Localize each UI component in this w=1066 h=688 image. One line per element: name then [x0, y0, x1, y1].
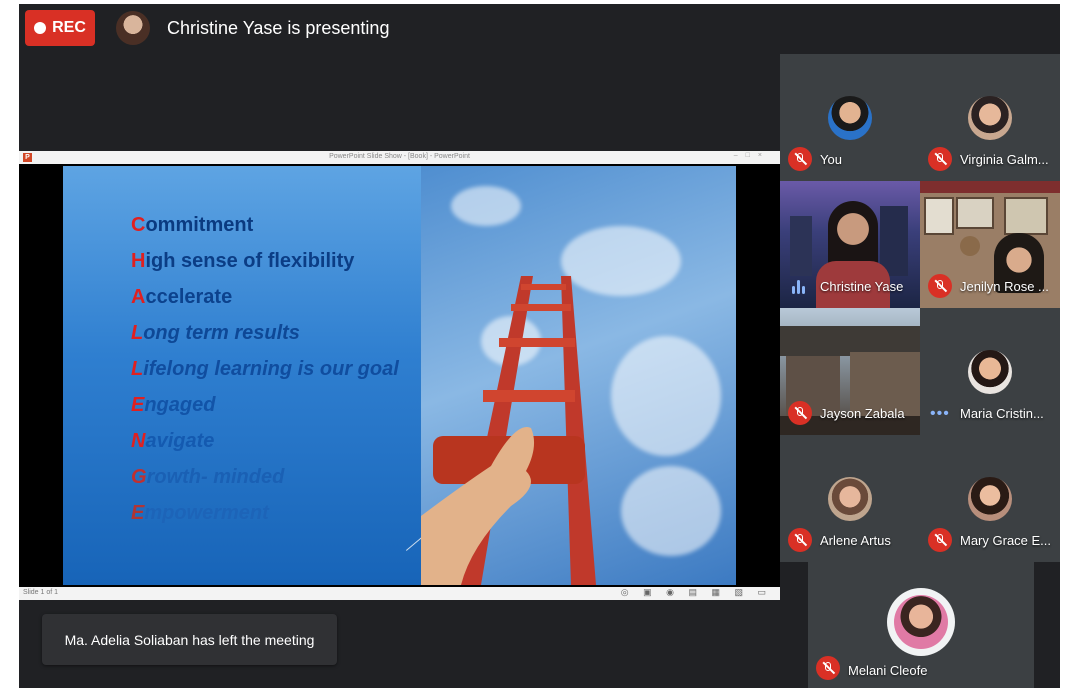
participant-name: Mary Grace E... [960, 533, 1052, 548]
slide-word: Long term results [131, 322, 300, 344]
slide-word: Empowerment [131, 502, 269, 524]
avatar [894, 595, 948, 649]
slide-word: Accelerate [131, 286, 233, 308]
presentation-slide: Commitment High sense of flexibility Acc… [63, 166, 736, 585]
slide-word: Lifelong learning is our goal [131, 358, 399, 380]
mic-muted-icon [788, 528, 812, 552]
slide-word: Commitment [131, 214, 254, 236]
mic-muted-icon [816, 656, 840, 680]
participant-tile[interactable]: Virginia Galm... [920, 54, 1060, 181]
left-meeting-toast: Ma. Adelia Soliaban has left the meeting [42, 614, 337, 665]
participant-name: Maria Cristin... [960, 406, 1044, 421]
avatar [968, 477, 1012, 521]
speaking-indicator-icon [792, 280, 808, 294]
powerpoint-window-title: PowerPoint Slide Show - [Book] - PowerPo… [329, 153, 470, 160]
powerpoint-statusbar: Slide 1 of 1 ◎ ▣ ◉ ▤ ▦ ▧ ▭ [19, 587, 780, 600]
recording-label: REC [52, 19, 86, 36]
window-controls-icon: –□× [733, 152, 770, 159]
participant-name: Virginia Galm... [960, 152, 1049, 167]
participant-grid: You Virginia Galm... Christine Yase Jeni… [780, 54, 1060, 688]
slide-counter: Slide 1 of 1 [23, 589, 59, 596]
participant-tile[interactable]: Melani Cleofe [808, 562, 1034, 688]
more-options-icon[interactable]: ••• [930, 406, 950, 422]
slide-word: Growth- minded [131, 466, 285, 488]
participant-tile-video[interactable]: Jenilyn Rose ... [920, 181, 1060, 308]
participant-tile[interactable]: Mary Grace E... [920, 435, 1060, 562]
mic-muted-icon [928, 147, 952, 171]
participant-name: You [820, 152, 842, 167]
slide-word: Engaged [131, 394, 216, 416]
participant-name: Christine Yase [820, 279, 904, 294]
slide-text-panel: Commitment High sense of flexibility Acc… [63, 166, 429, 585]
participant-name: Melani Cleofe [848, 663, 928, 678]
participant-tile[interactable]: You [780, 54, 920, 181]
participant-tile-video[interactable]: Jayson Zabala [780, 308, 920, 435]
view-controls-icon[interactable]: ◎ ▣ ◉ ▤ ▦ ▧ ▭ [621, 587, 772, 598]
participant-tile-video[interactable]: Christine Yase [780, 181, 920, 308]
avatar [828, 477, 872, 521]
slide-image-ladder [421, 166, 736, 585]
participant-tile[interactable]: Arlene Artus [780, 435, 920, 562]
mic-muted-icon [928, 528, 952, 552]
participant-name: Jayson Zabala [820, 406, 905, 421]
avatar [828, 96, 872, 140]
recording-badge[interactable]: REC [25, 10, 95, 46]
avatar [968, 96, 1012, 140]
top-bar: REC Christine Yase is presenting [19, 4, 780, 54]
meet-window: REC Christine Yase is presenting P Power… [19, 4, 1060, 688]
slide-word: Navigate [131, 430, 215, 452]
slide-word: High sense of flexibility [131, 250, 355, 272]
mic-muted-icon [788, 147, 812, 171]
presenting-status: Christine Yase is presenting [167, 18, 390, 38]
participant-name: Jenilyn Rose ... [960, 279, 1049, 294]
avatar [968, 350, 1012, 394]
shared-screen: P PowerPoint Slide Show - [Book] - Power… [19, 151, 780, 600]
record-dot-icon [34, 22, 47, 34]
mic-muted-icon [788, 401, 812, 425]
participant-name: Arlene Artus [820, 533, 891, 548]
mic-muted-icon [928, 274, 952, 298]
powerpoint-titlebar: P PowerPoint Slide Show - [Book] - Power… [19, 151, 780, 164]
ladder-illustration-icon [421, 276, 596, 585]
presenter-avatar [116, 11, 150, 45]
participant-tile[interactable]: ••• Maria Cristin... [920, 308, 1060, 435]
